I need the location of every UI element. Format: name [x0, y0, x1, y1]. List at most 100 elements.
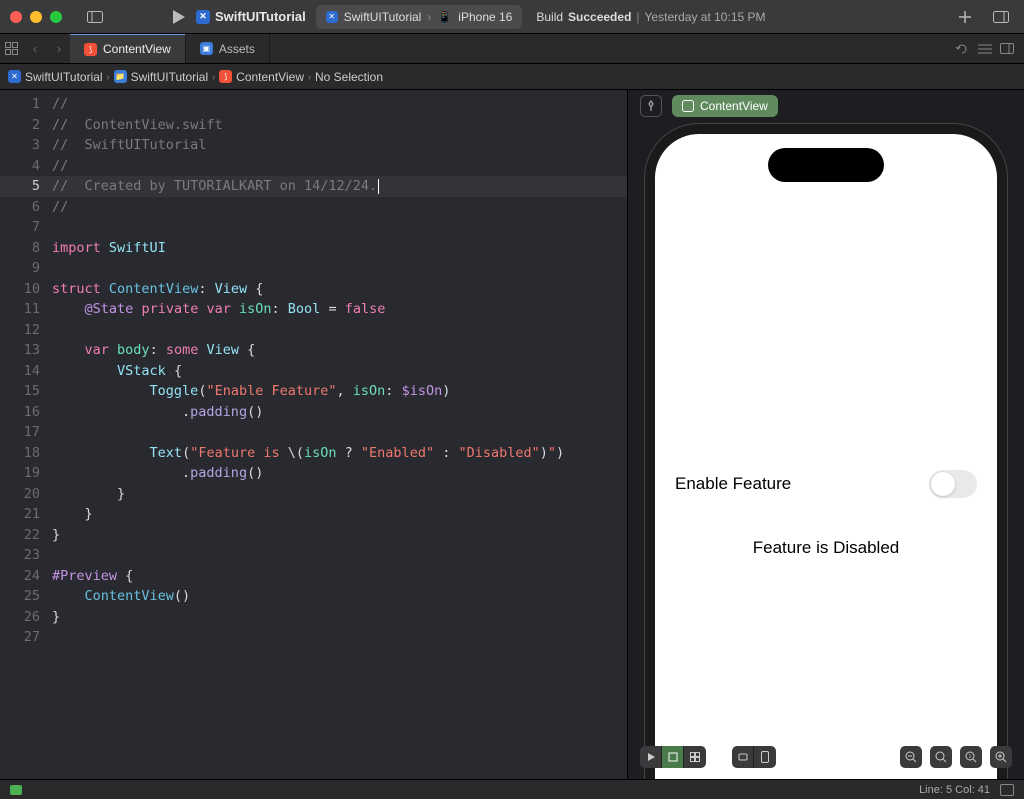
feature-toggle[interactable] — [929, 470, 977, 498]
related-items-button[interactable] — [1, 39, 21, 59]
window-traffic-lights — [10, 11, 62, 23]
swift-icon: ⟆ — [219, 70, 232, 83]
code-line[interactable]: 15 Toggle("Enable Feature", isOn: $isOn) — [0, 381, 627, 402]
preview-live-button[interactable] — [640, 746, 662, 768]
build-status[interactable]: Build Succeeded | Yesterday at 10:15 PM — [536, 10, 765, 24]
code-text[interactable]: import SwiftUI — [52, 238, 627, 259]
code-text[interactable] — [52, 320, 627, 341]
code-line[interactable]: 13 var body: some View { — [0, 340, 627, 361]
code-line[interactable]: 17 — [0, 422, 627, 443]
code-text[interactable] — [52, 545, 627, 566]
add-button[interactable] — [952, 6, 978, 28]
adjust-editor-button[interactable] — [1000, 43, 1014, 54]
code-text[interactable]: VStack { — [52, 361, 627, 382]
code-text[interactable]: var body: some View { — [52, 340, 627, 361]
code-text[interactable]: struct ContentView: View { — [52, 279, 627, 300]
code-line[interactable]: 16 .padding() — [0, 402, 627, 423]
code-line[interactable]: 8import SwiftUI — [0, 238, 627, 259]
code-line[interactable]: 9 — [0, 258, 627, 279]
code-text[interactable] — [52, 217, 627, 238]
code-text[interactable]: // ContentView.swift — [52, 115, 627, 136]
code-line[interactable]: 26} — [0, 607, 627, 628]
preview-selectable-button[interactable] — [662, 746, 684, 768]
preview-variants-button[interactable] — [684, 746, 706, 768]
code-text[interactable] — [52, 422, 627, 443]
code-line[interactable]: 24#Preview { — [0, 566, 627, 587]
zoom-window-button[interactable] — [50, 11, 62, 23]
code-editor[interactable]: 1//2// ContentView.swift3// SwiftUITutor… — [0, 90, 628, 779]
code-text[interactable]: // Created by TUTORIALKART on 14/12/24. — [52, 176, 627, 197]
toggle-inspector-button[interactable] — [988, 6, 1014, 28]
run-button[interactable] — [168, 6, 190, 28]
tab-assets[interactable]: ▣ Assets — [186, 34, 270, 63]
code-text[interactable]: // — [52, 156, 627, 177]
code-line[interactable]: 11 @State private var isOn: Bool = false — [0, 299, 627, 320]
preview-selector[interactable]: ContentView — [672, 95, 778, 117]
code-line[interactable]: 22} — [0, 525, 627, 546]
code-line[interactable]: 3// SwiftUITutorial — [0, 135, 627, 156]
code-line[interactable]: 12 — [0, 320, 627, 341]
scheme-chevron-icon: › — [427, 10, 431, 24]
code-text[interactable] — [52, 627, 627, 648]
code-line[interactable]: 6// — [0, 197, 627, 218]
nav-back-button[interactable]: ‹ — [25, 39, 45, 59]
code-line[interactable]: 25 ContentView() — [0, 586, 627, 607]
tab-contentview[interactable]: ⟆ ContentView — [70, 34, 186, 63]
zoom-fit-button[interactable]: 1 — [960, 746, 982, 768]
breadcrumb-item[interactable]: SwiftUITutorial — [25, 70, 103, 84]
code-text[interactable]: // — [52, 94, 627, 115]
breadcrumb-item[interactable]: No Selection — [315, 70, 383, 84]
code-text[interactable]: } — [52, 484, 627, 505]
code-text[interactable]: } — [52, 504, 627, 525]
code-line[interactable]: 2// ContentView.swift — [0, 115, 627, 136]
pin-preview-button[interactable] — [640, 95, 662, 117]
breadcrumb-item[interactable]: SwiftUITutorial — [131, 70, 209, 84]
scheme-selector[interactable]: ✕ SwiftUITutorial › 📱 iPhone 16 — [316, 5, 523, 29]
code-text[interactable]: .padding() — [52, 402, 627, 423]
simulator-iphone[interactable]: Enable Feature Feature is Disabled — [645, 124, 1007, 779]
toggle-navigator-button[interactable] — [82, 6, 108, 28]
code-text[interactable] — [52, 258, 627, 279]
code-text[interactable]: #Preview { — [52, 566, 627, 587]
breadcrumb-item[interactable]: ContentView — [236, 70, 304, 84]
preview-device-button[interactable] — [754, 746, 776, 768]
zoom-reset-button[interactable] — [930, 746, 952, 768]
cursor-position[interactable]: Line: 5 Col: 41 — [919, 784, 990, 796]
code-text[interactable]: Text("Feature is \(isOn ? "Enabled" : "D… — [52, 443, 627, 464]
editor-options-button[interactable] — [978, 43, 992, 55]
code-line[interactable]: 23 — [0, 545, 627, 566]
project-name[interactable]: ✕ SwiftUITutorial — [196, 9, 306, 24]
canvas-area[interactable]: Enable Feature Feature is Disabled — [628, 122, 1024, 779]
refresh-button[interactable] — [956, 43, 970, 55]
code-text[interactable]: Toggle("Enable Feature", isOn: $isOn) — [52, 381, 627, 402]
code-text[interactable]: .padding() — [52, 463, 627, 484]
code-text[interactable]: @State private var isOn: Bool = false — [52, 299, 627, 320]
zoom-in-button[interactable] — [990, 746, 1012, 768]
code-text[interactable]: ContentView() — [52, 586, 627, 607]
code-line[interactable]: 4// — [0, 156, 627, 177]
minimize-window-button[interactable] — [30, 11, 42, 23]
code-text[interactable]: // SwiftUITutorial — [52, 135, 627, 156]
code-line[interactable]: 5// Created by TUTORIALKART on 14/12/24. — [0, 176, 627, 197]
line-number: 7 — [0, 217, 52, 238]
zoom-out-button[interactable] — [900, 746, 922, 768]
toggle-debug-area-button[interactable] — [1000, 784, 1014, 796]
code-text[interactable]: // — [52, 197, 627, 218]
code-line[interactable]: 1// — [0, 94, 627, 115]
code-line[interactable]: 14 VStack { — [0, 361, 627, 382]
code-text[interactable]: } — [52, 525, 627, 546]
code-text[interactable]: } — [52, 607, 627, 628]
code-line[interactable]: 19 .padding() — [0, 463, 627, 484]
preview-pane: ContentView Enable Feature Feature is Di… — [628, 90, 1024, 779]
nav-forward-button[interactable]: › — [49, 39, 69, 59]
code-line[interactable]: 18 Text("Feature is \(isOn ? "Enabled" :… — [0, 443, 627, 464]
status-indicator-icon[interactable] — [10, 785, 22, 795]
line-number: 26 — [0, 607, 52, 628]
code-line[interactable]: 20 } — [0, 484, 627, 505]
code-line[interactable]: 27 — [0, 627, 627, 648]
code-line[interactable]: 10struct ContentView: View { — [0, 279, 627, 300]
code-line[interactable]: 21 } — [0, 504, 627, 525]
code-line[interactable]: 7 — [0, 217, 627, 238]
preview-device-settings-button[interactable] — [732, 746, 754, 768]
close-window-button[interactable] — [10, 11, 22, 23]
